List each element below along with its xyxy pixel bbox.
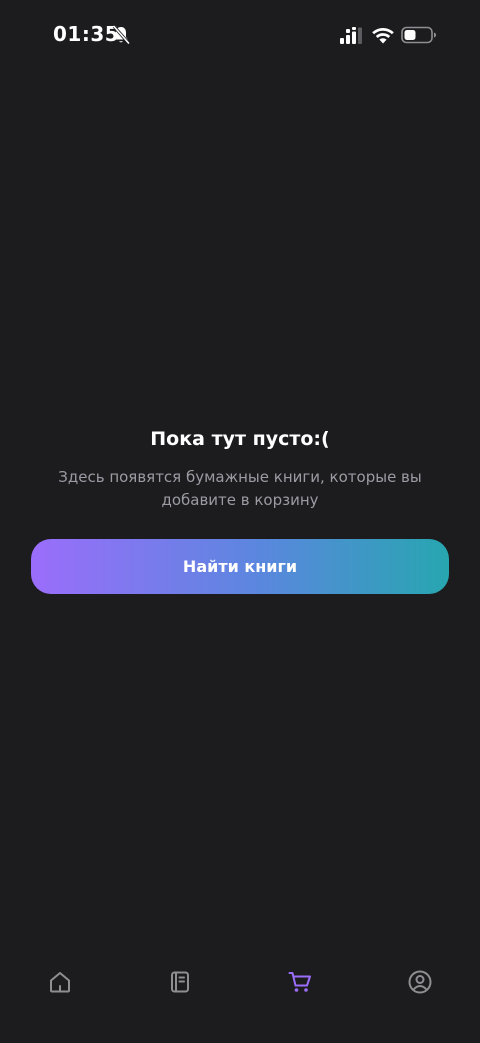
find-books-button[interactable]: Найти книги [31,539,449,594]
bell-off-icon [112,25,130,45]
home-icon [50,972,70,993]
bottom-nav [0,950,480,1010]
empty-state-description: Здесь появятся бумажные книги, которые в… [58,468,422,509]
cart-screen: 01:35 Пока тут пусто:( Здесь появятся бу… [0,0,480,1043]
profile-icon [408,970,432,994]
battery-icon [401,26,436,44]
cart-icon [288,972,311,992]
nav-item-cart[interactable] [284,966,316,998]
empty-state-title: Пока тут пусто:( [150,428,330,450]
book-icon [171,971,189,993]
nav-item-profile[interactable] [404,966,436,998]
status-time: 01:35 [53,22,120,46]
signal-icon [340,27,362,44]
status-bar: 01:35 [0,0,480,70]
wifi-icon [372,27,394,44]
nav-item-books[interactable] [164,966,196,998]
nav-item-home[interactable] [44,966,76,998]
